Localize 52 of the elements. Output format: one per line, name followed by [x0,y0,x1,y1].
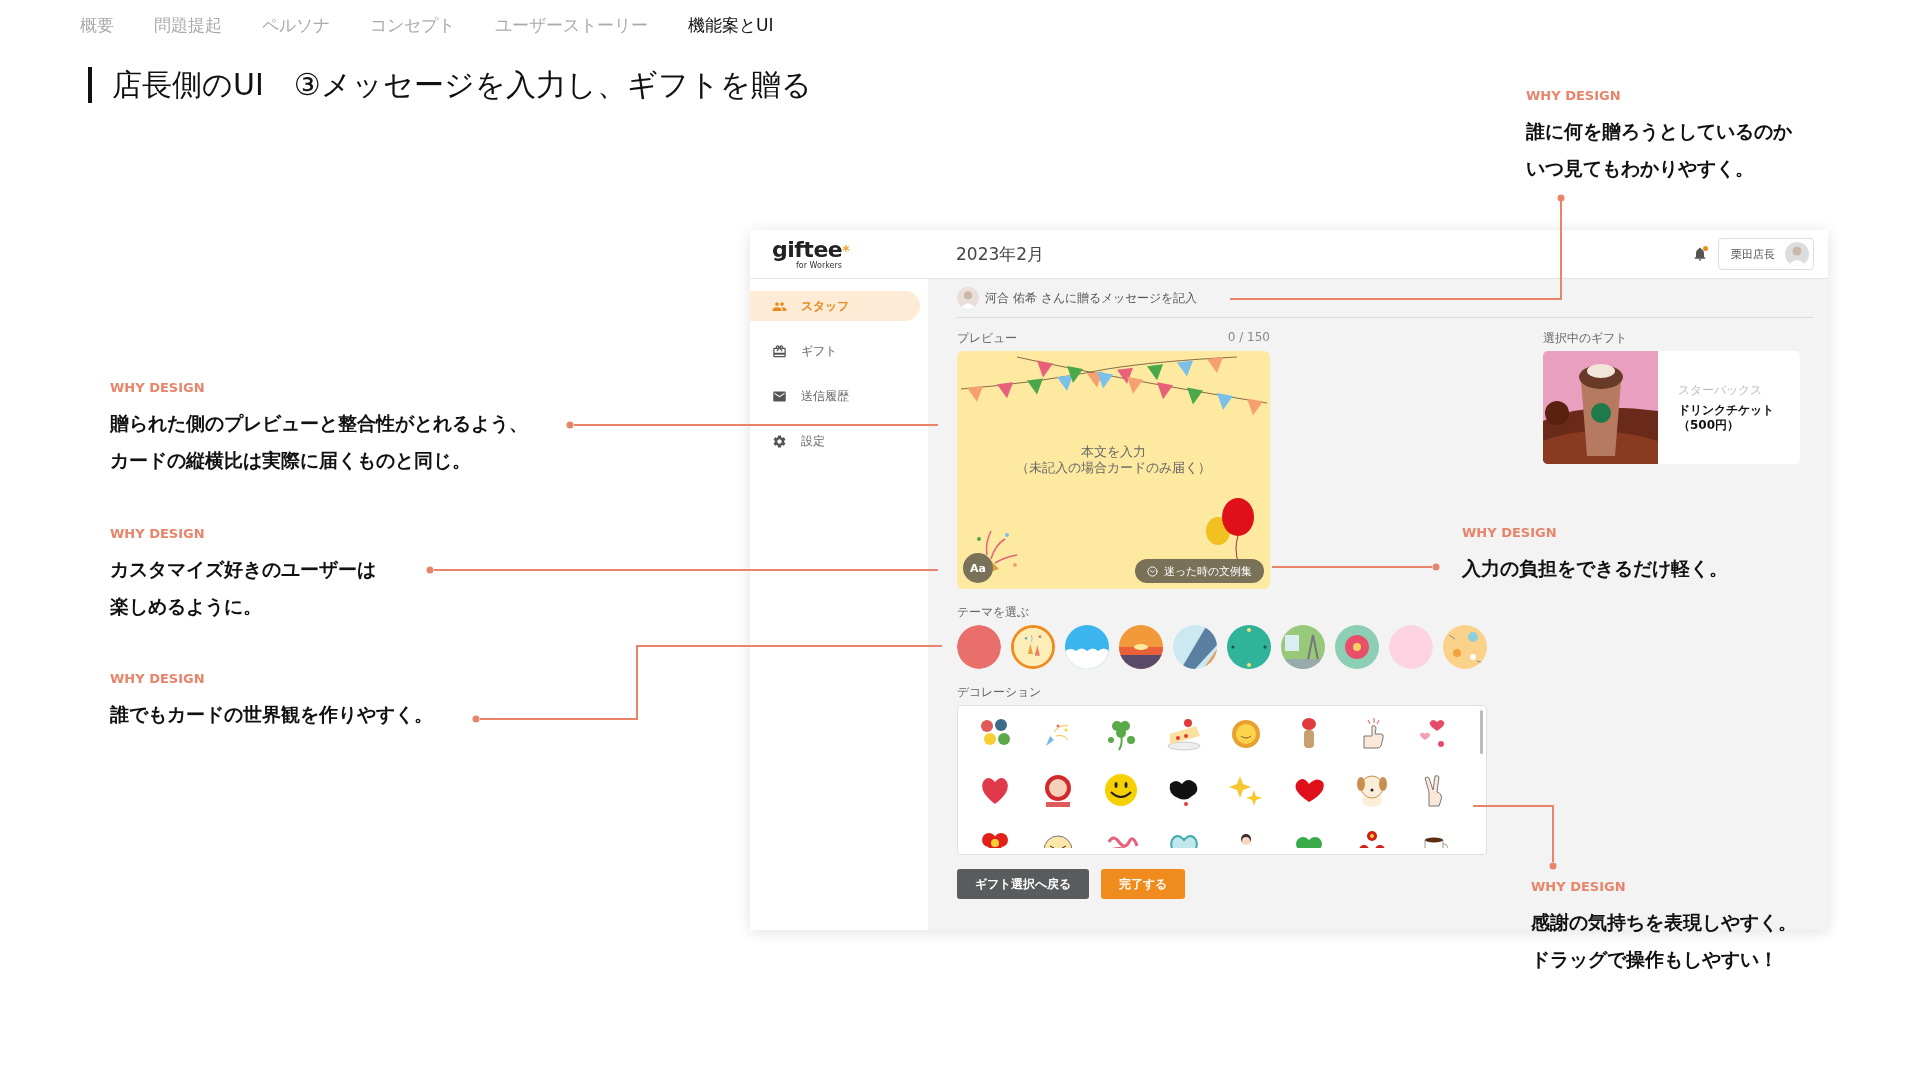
bell-icon[interactable] [1692,246,1708,262]
annotation-heading: WHY DESIGN [1531,879,1627,894]
theme-swatch[interactable] [957,625,1001,669]
logo-tagline: for Workers [796,260,842,270]
font-button[interactable]: Aa [963,553,993,583]
message-placeholder: 本文を入力 （未記入の場合カードのみ届く） [1016,444,1211,476]
nav-link[interactable]: ペルソナ [262,14,330,37]
recipient-label: 河合 佑希 さんに贈るメッセージを記入 [985,289,1197,307]
settings-icon [772,433,787,449]
logo: giftee* [772,238,850,261]
theme-swatch[interactable] [1281,625,1325,669]
annotation-text: 入力の負担をできるだけ軽く。 [1462,556,1728,581]
annotation-text: 誰でもカードの世界観を作りやすく。 [110,702,433,727]
avatar [957,287,979,309]
month-label: 2023年2月 [956,242,1045,266]
annotation-heading: WHY DESIGN [110,380,206,395]
annotation-heading: WHY DESIGN [1526,88,1622,103]
theme-swatch[interactable] [1389,625,1433,669]
character-counter: 0 / 150 [1227,330,1270,346]
scrollbar-thumb[interactable] [1480,710,1483,754]
annotation-heading: WHY DESIGN [110,671,206,686]
sidebar-item[interactable]: 送信履歴 [750,381,920,411]
theme-swatch[interactable] [1119,625,1163,669]
examples-button[interactable]: 迷った時の文例集 [1135,559,1264,583]
complete-button[interactable]: 完了する [1101,869,1185,899]
theme-label: テーマを選ぶ [957,605,1029,619]
annotation-text: 贈られた側のプレビューと整合性がとれるよう、 カードの縦横比は実際に届くものと同じ。 [110,411,528,473]
decoration-label: デコレーション [957,685,1041,699]
theme-swatch[interactable] [1173,625,1217,669]
theme-swatch[interactable] [1011,625,1055,669]
theme-swatch[interactable] [1335,625,1379,669]
sidebar-item[interactable]: ギフト [750,336,920,366]
avatar [1785,242,1809,266]
theme-swatch[interactable] [1065,625,1109,669]
back-button[interactable]: ギフト選択へ戻る [957,869,1089,899]
nav-link[interactable]: 機能案とUI [688,14,774,37]
gift-brand: スターバックス [1678,382,1763,399]
gift-icon [772,343,787,359]
sidebar-item[interactable]: 設定 [750,426,920,456]
message-card[interactable]: 本文を入力 （未記入の場合カードのみ届く） Aa 迷った時の文例集 [957,351,1270,589]
annotation-text: 誰に何を贈ろうとしているのか いつ見てもわかりやすく。 [1526,119,1792,181]
preview-label: プレビュー [957,330,1017,347]
annotation-text: 感謝の気持ちを表現しやすく。 ドラッグで操作もしやすい！ [1531,910,1797,972]
annotation-heading: WHY DESIGN [1462,525,1558,540]
selected-gift-label: 選択中のギフト [1543,330,1628,347]
theme-swatch[interactable] [1443,625,1487,669]
theme-swatch[interactable] [1227,625,1271,669]
gift-title: ドリンクチケット （500円） [1678,403,1774,433]
user-menu[interactable]: 栗田店長 [1718,238,1814,270]
chevron-down-icon [1147,565,1158,577]
annotation-heading: WHY DESIGN [110,526,206,541]
annotation-text: カスタマイズ好きのユーザーは 楽しめるように。 [110,557,376,619]
